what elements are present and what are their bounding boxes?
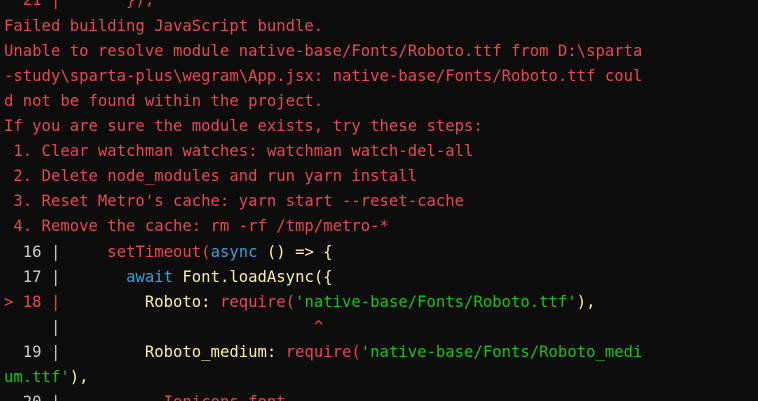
- code-line-16: 16 | setTimeout(async () => {: [4, 240, 758, 265]
- error-caret: ^: [313, 318, 324, 336]
- arrow-function: () => {: [257, 243, 333, 261]
- code-line-17: 17 | await Font.loadAsync({: [4, 265, 758, 290]
- code-line-19: 19 | Roboto_medium: require('native-base…: [4, 340, 758, 365]
- gutter-16: 16 |: [4, 243, 61, 261]
- error-title: Failed building JavaScript bundle.: [4, 17, 324, 35]
- roboto-path-string: 'native-base/Fonts/Roboto.ttf': [295, 293, 577, 311]
- line-end: ),: [576, 293, 596, 311]
- error-message-line-1: Unable to resolve module native-base/Fon…: [4, 42, 643, 60]
- gutter-20: 20 |: [4, 393, 61, 401]
- step-4: 4. Remove the cache: rm -rf /tmp/metro-*: [4, 217, 389, 235]
- require-call: require(: [219, 293, 296, 311]
- gutter-18-error-marker: > 18 |: [4, 293, 61, 311]
- require-call: require(: [285, 343, 361, 361]
- step-2: 2. Delete node_modules and run yarn inst…: [4, 167, 418, 185]
- font-load-async: Font.loadAsync({: [173, 268, 333, 286]
- roboto-medium-path-end: um.ttf': [4, 368, 70, 386]
- gutter-19: 19 |: [4, 343, 61, 361]
- error-message-line-3: d not be found within the project.: [4, 92, 324, 110]
- code-line-21-partial: 21 | });: [4, 0, 155, 9]
- async-keyword: async: [210, 243, 258, 261]
- line-end: ),: [69, 368, 89, 386]
- step-3: 3. Reset Metro's cache: yarn start --res…: [4, 192, 465, 210]
- ionicons-font: Ionicons.font: [164, 393, 286, 401]
- error-hint: If you are sure the module exists, try t…: [4, 117, 483, 135]
- roboto-medium-key: Roboto_medium:: [144, 343, 277, 361]
- code-line-19-wrap: um.ttf'),: [4, 365, 758, 390]
- code-line-20-partial: 20 | Ionicons.font: [4, 390, 758, 401]
- step-1: 1. Clear watchman watches: watchman watc…: [4, 142, 474, 160]
- gutter-blank: |: [4, 318, 61, 336]
- gutter-17: 17 |: [4, 268, 61, 286]
- error-message-line-2: -study\sparta-plus\wegram\App.jsx: nativ…: [4, 67, 643, 85]
- roboto-key: Roboto:: [144, 293, 211, 311]
- caret-line: | ^: [4, 315, 758, 340]
- set-timeout-call: setTimeout(: [107, 243, 211, 261]
- code-line-18: > 18 | Roboto: require('native-base/Font…: [4, 290, 758, 315]
- await-keyword: await: [126, 268, 174, 286]
- terminal-window: 21 | }); Failed building JavaScript bund…: [0, 0, 758, 401]
- roboto-medium-path-string: 'native-base/Fonts/Roboto_medi: [360, 343, 643, 361]
